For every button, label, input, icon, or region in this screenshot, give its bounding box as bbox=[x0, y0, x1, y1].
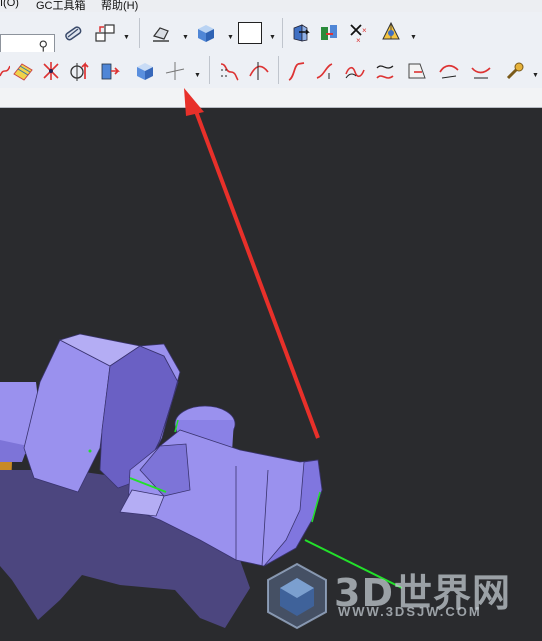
axis-point bbox=[88, 449, 92, 453]
main-block bbox=[23, 339, 111, 493]
watermark-url: WWW.3DSJW.COM bbox=[338, 604, 482, 619]
model-scene bbox=[0, 88, 403, 628]
annotation-arrow-head bbox=[184, 88, 204, 116]
annotation-arrow bbox=[192, 105, 320, 439]
watermark-logo-icon bbox=[267, 562, 327, 630]
watermark: 3D世界网 WWW.3DSJW.COM bbox=[262, 560, 532, 630]
